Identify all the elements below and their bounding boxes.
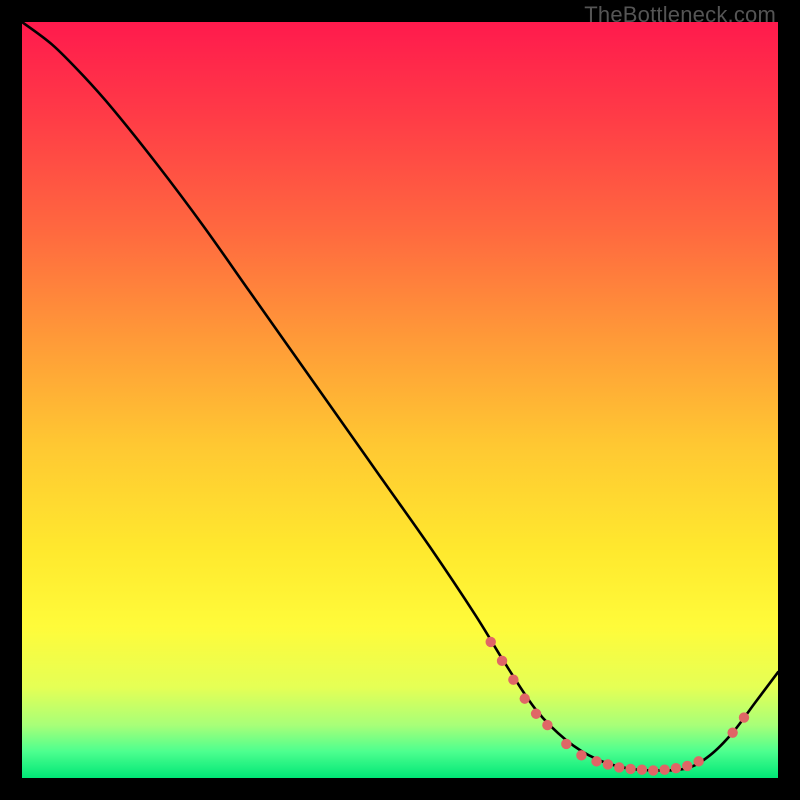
marker-dot: [614, 762, 624, 772]
marker-dot: [520, 693, 530, 703]
marker-dot: [542, 720, 552, 730]
marker-dot: [659, 764, 669, 774]
marker-dot: [727, 727, 737, 737]
marker-dot: [682, 761, 692, 771]
marker-dot: [531, 709, 541, 719]
marker-dot: [671, 763, 681, 773]
marker-dot: [561, 739, 571, 749]
marker-dot: [508, 675, 518, 685]
marker-dot: [591, 756, 601, 766]
marker-dot: [637, 764, 647, 774]
marker-dot: [576, 750, 586, 760]
chart-frame: [22, 22, 778, 778]
bottleneck-chart: [22, 22, 778, 778]
marker-dot: [603, 759, 613, 769]
marker-dot: [739, 712, 749, 722]
marker-dot: [497, 656, 507, 666]
marker-dot: [486, 637, 496, 647]
marker-dot: [693, 756, 703, 766]
marker-dot: [648, 765, 658, 775]
marker-dot: [625, 764, 635, 774]
